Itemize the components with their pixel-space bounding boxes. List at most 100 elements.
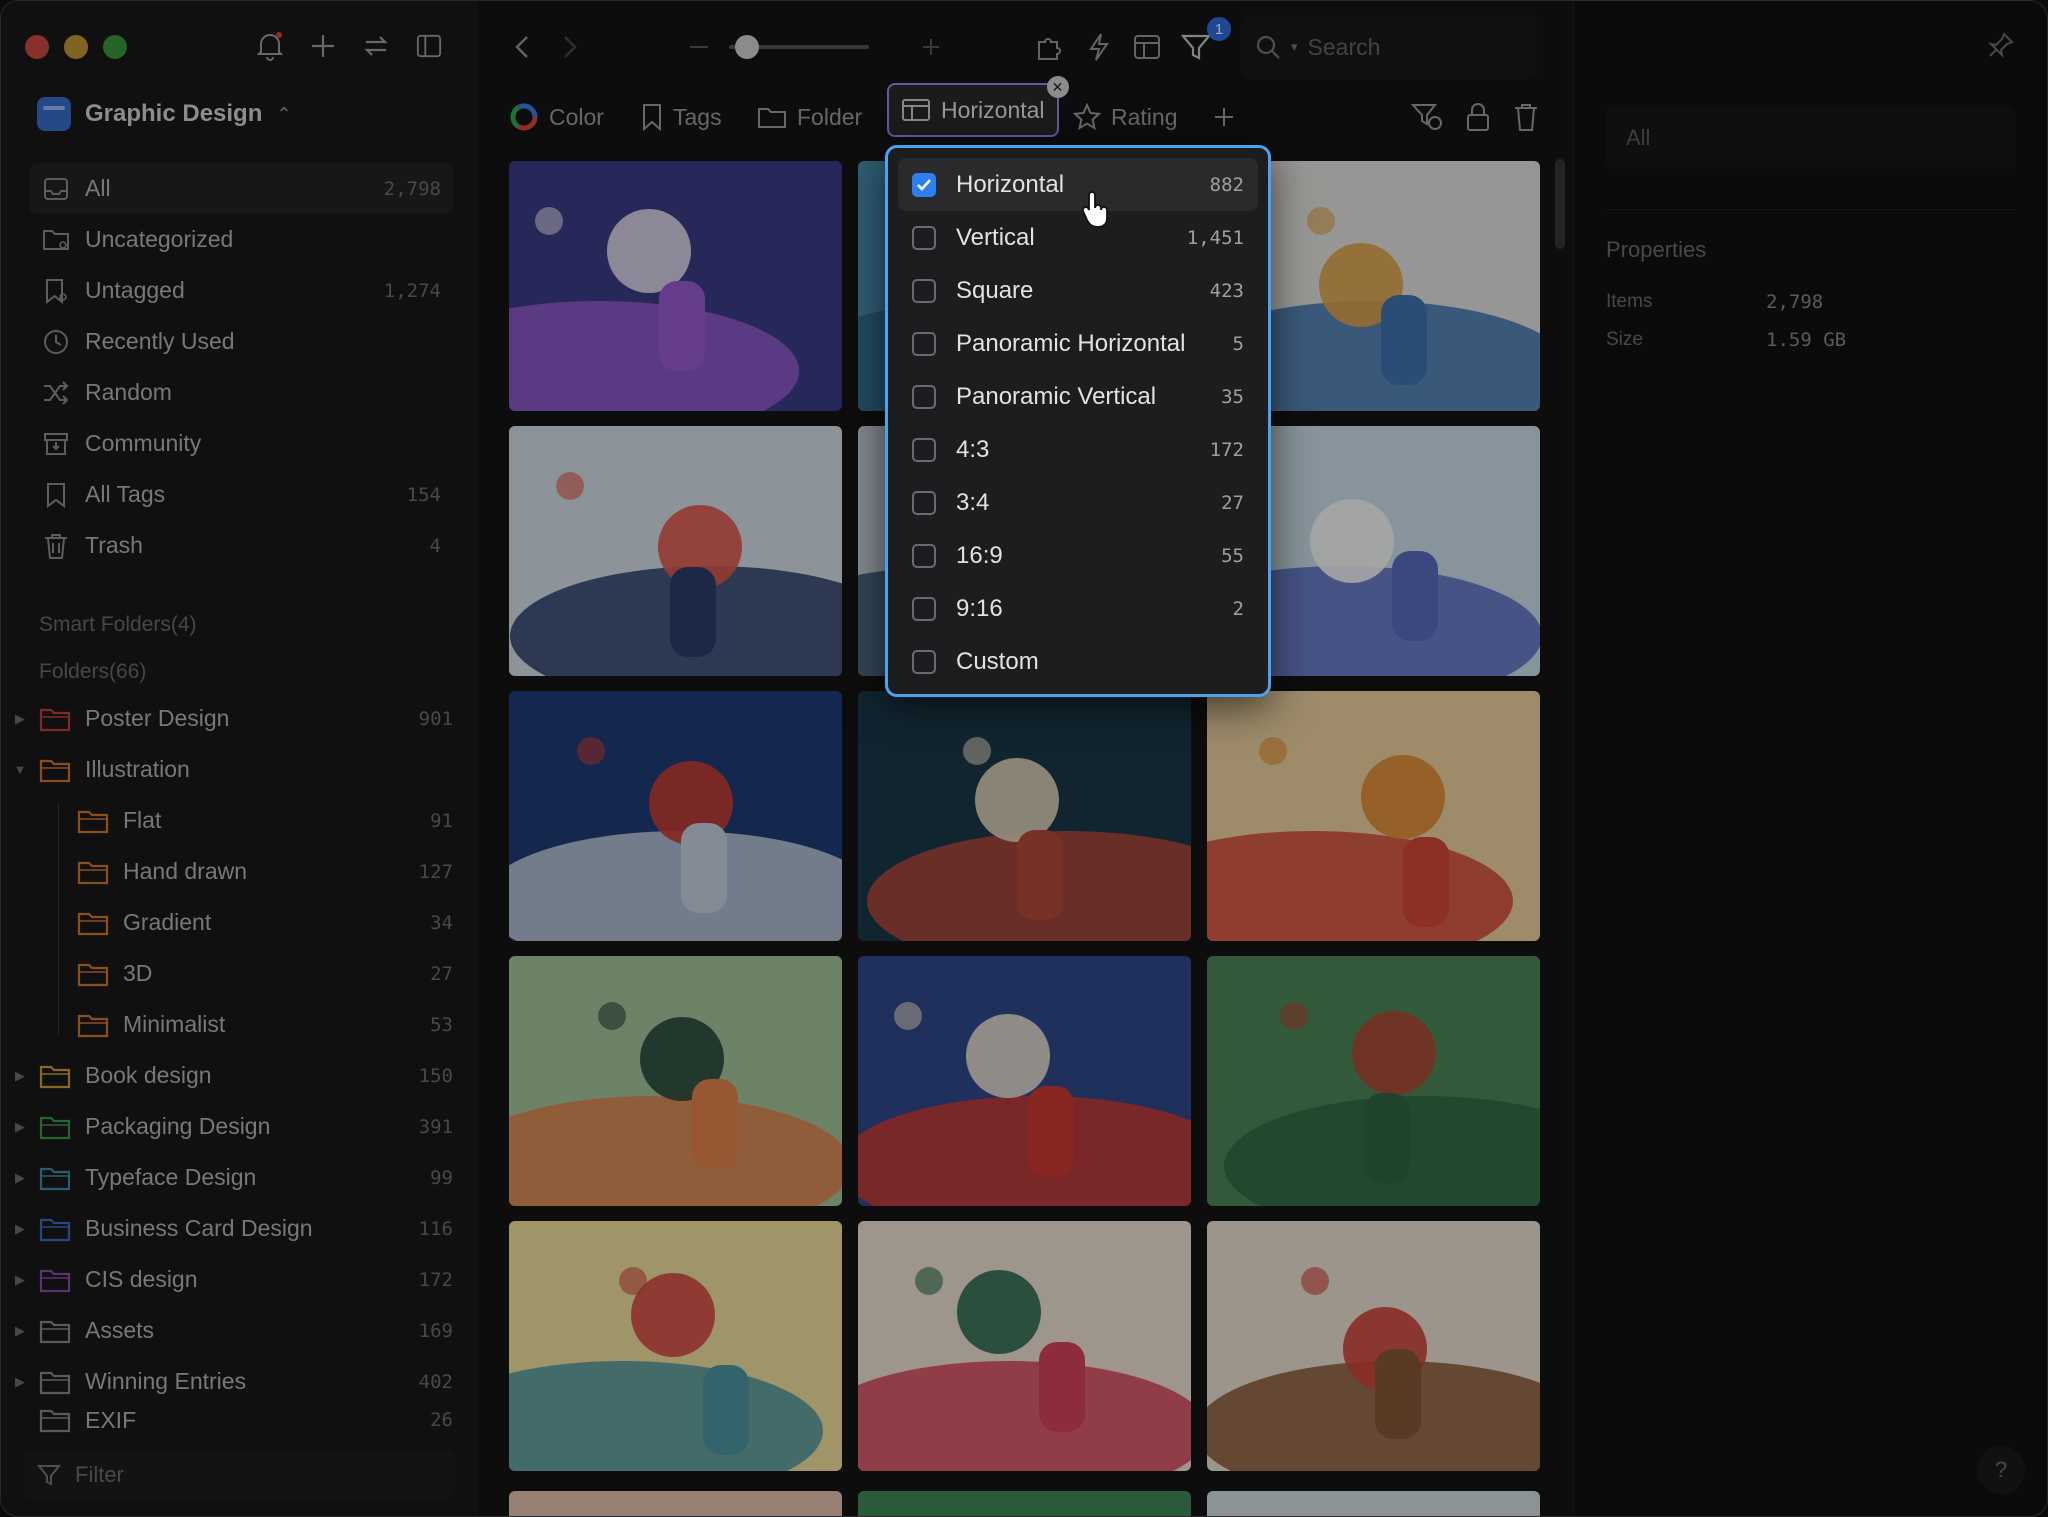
thumbnail-house-porch-night-illustration[interactable] [858,691,1191,941]
action-bolt-icon[interactable] [1083,29,1115,65]
pin-icon[interactable] [1987,31,2015,64]
checkbox[interactable] [912,172,936,197]
disclosure-triangle-icon[interactable]: ▶ [1,1170,39,1186]
filter-shape-chip[interactable]: Horizontal ✕ [887,76,1069,137]
layout-icon[interactable] [1131,29,1163,65]
folder-item-typeface-design[interactable]: ▶ Typeface Design 99 [1,1152,453,1203]
folder-item-book-design[interactable]: ▶ Book design 150 [1,1050,453,1101]
disclosure-triangle-icon[interactable]: ▶ [1,1374,39,1390]
shape-option-9-16[interactable]: 9:16 2 [898,582,1258,635]
help-button[interactable]: ? [1977,1446,2025,1494]
thumbnail-couple-dancing-party-illustration[interactable] [509,956,842,1206]
zoom-slider-knob[interactable] [735,35,759,59]
sidebar-toggle-icon[interactable] [416,29,442,63]
thumbnail-partial[interactable] [1207,1491,1540,1516]
zoom-window-button[interactable] [103,35,127,59]
lock-filter-icon[interactable] [1465,97,1491,137]
thumbnail-bear-crowd-street-illustration[interactable] [1207,1221,1540,1471]
disclosure-triangle-icon[interactable]: ▶ [1,1119,39,1135]
folder-item-poster-design[interactable]: ▶ Poster Design 901 [1,693,453,744]
folder-item-assets[interactable]: ▶ Assets 169 [1,1305,453,1356]
checkbox[interactable] [912,331,936,356]
folder-item-minimalist[interactable]: Minimalist 53 [1,999,453,1050]
filter-folder-chip[interactable]: Folder [757,97,862,137]
checkbox[interactable] [912,649,936,674]
thumbnail-woman-hugging-bear-illustration[interactable] [858,1221,1191,1471]
thumbnail-cow-working-laptop-illustration[interactable] [509,426,842,676]
checkbox[interactable] [912,278,936,303]
shape-option-16-9[interactable]: 16:9 55 [898,529,1258,582]
shape-option-panoramic-vertical[interactable]: Panoramic Vertical 35 [898,370,1258,423]
thumbnail-partial[interactable] [858,1491,1191,1516]
delete-filter-icon[interactable] [1513,97,1539,137]
filter-rating-chip[interactable]: Rating [1073,97,1177,137]
disclosure-triangle-icon[interactable]: ▼ [1,762,39,777]
clear-shape-filter-button[interactable]: ✕ [1046,76,1069,98]
minimize-window-button[interactable] [64,35,88,59]
folder-item-exif[interactable]: EXIF 26 [1,1407,453,1433]
zoom-in-icon[interactable] [919,29,943,65]
filter-settings-icon[interactable] [1411,97,1443,137]
sidebar-filter-input[interactable]: Filter [23,1450,455,1500]
thumbnail-woman-flowers-cat-illustration[interactable] [1207,691,1540,941]
thumbnail-drummer-horse-illustration[interactable] [858,956,1191,1206]
folder-item-illustration[interactable]: ▼ Illustration [1,744,453,795]
search-input[interactable]: ▾ Search [1241,15,1537,79]
folder-item-gradient[interactable]: Gradient 34 [1,897,453,948]
checkbox[interactable] [912,384,936,409]
zoom-out-icon[interactable] [687,29,711,65]
filter-color-chip[interactable]: Color [509,97,604,137]
disclosure-triangle-icon[interactable]: ▶ [1,1272,39,1288]
disclosure-triangle-icon[interactable]: ▶ [1,711,39,727]
thumbnail-woman-dog-christmas-illustration[interactable] [509,1221,842,1471]
checkbox[interactable] [912,543,936,568]
thumbnail-lotus-pond-boat-illustration[interactable] [1207,956,1540,1206]
shape-option-horizontal[interactable]: Horizontal 882 [898,158,1258,211]
thumbnail-lavender-gazebo-illustration[interactable] [509,161,842,411]
folder-item-packaging-design[interactable]: ▶ Packaging Design 391 [1,1101,453,1152]
add-filter-icon[interactable] [1213,97,1235,137]
folder-item-business-card-design[interactable]: ▶ Business Card Design 116 [1,1203,453,1254]
sidebar-item-community[interactable]: Community [29,418,453,469]
checkbox[interactable] [912,437,936,462]
disclosure-triangle-icon[interactable]: ▶ [1,1221,39,1237]
checkbox[interactable] [912,490,936,515]
sidebar-item-all[interactable]: All 2,798 [29,163,453,214]
sidebar-item-untagged[interactable]: Untagged 1,274 [29,265,453,316]
forward-arrow-icon[interactable] [557,29,583,65]
grid-scrollbar[interactable] [1555,159,1565,249]
search-dropdown-chevron-icon[interactable]: ▾ [1291,39,1298,55]
thumbnail-fish-market-window-illustration[interactable] [509,691,842,941]
plus-icon[interactable] [310,29,336,63]
inspector-name-field[interactable]: All [1606,107,2016,169]
sidebar-item-uncategorized[interactable]: Uncategorized [29,214,453,265]
sidebar-item-all-tags[interactable]: All Tags 154 [29,469,453,520]
sidebar-item-trash[interactable]: Trash 4 [29,520,453,571]
thumbnail-partial[interactable] [509,1491,842,1516]
sidebar-item-random[interactable]: Random [29,367,453,418]
disclosure-triangle-icon[interactable]: ▶ [1,1323,39,1339]
shape-option-4-3[interactable]: 4:3 172 [898,423,1258,476]
folders-header[interactable]: Folders(66) [29,648,197,695]
checkbox[interactable] [912,596,936,621]
checkbox[interactable] [912,225,936,250]
folder-item-3d[interactable]: 3D 27 [1,948,453,999]
sidebar-item-recently-used[interactable]: Recently Used [29,316,453,367]
folder-item-winning-entries[interactable]: ▶ Winning Entries 402 [1,1356,453,1407]
folder-item-cis-design[interactable]: ▶ CIS design 172 [1,1254,453,1305]
disclosure-triangle-icon[interactable]: ▶ [1,1068,39,1084]
library-switcher[interactable]: Graphic Design ⌃ [37,97,291,131]
folder-item-flat[interactable]: Flat 91 [1,795,453,846]
shape-option-vertical[interactable]: Vertical 1,451 [898,211,1258,264]
folder-item-hand-drawn[interactable]: Hand drawn 127 [1,846,453,897]
bell-icon[interactable] [257,29,283,63]
extensions-puzzle-icon[interactable] [1033,29,1065,65]
close-window-button[interactable] [25,35,49,59]
filter-tags-chip[interactable]: Tags [641,97,722,137]
shape-option-custom[interactable]: Custom [898,635,1258,688]
shape-option-panoramic-horizontal[interactable]: Panoramic Horizontal 5 [898,317,1258,370]
shape-option-3-4[interactable]: 3:4 27 [898,476,1258,529]
back-arrow-icon[interactable] [509,29,535,65]
swap-icon[interactable] [363,29,389,63]
shape-option-square[interactable]: Square 423 [898,264,1258,317]
